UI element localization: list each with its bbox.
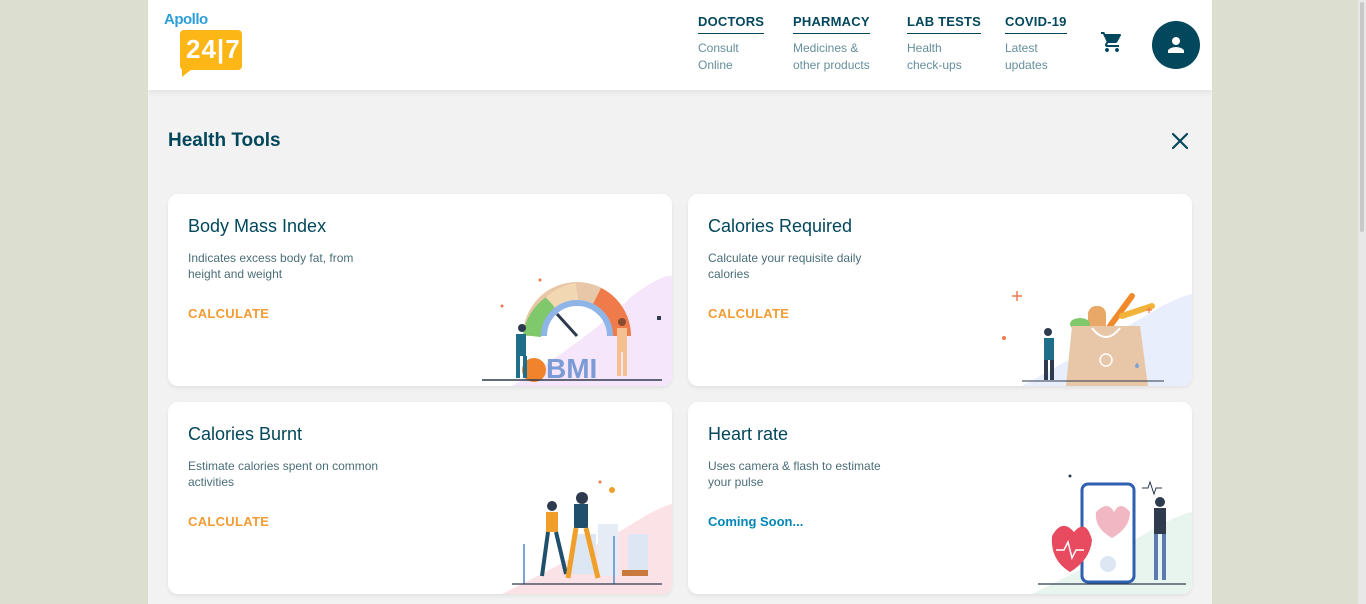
nav-covid-sub: Latest updates xyxy=(1005,40,1067,74)
nav-covid-title: COVID-19 xyxy=(1005,14,1067,34)
nav-doctors-sub-line2: Online xyxy=(698,58,733,72)
top-header: Apollo 24|7 DOCTORS Consult Online PHARM… xyxy=(148,0,1212,90)
nav-pharmacy[interactable]: PHARMACY Medicines & other products xyxy=(793,13,870,74)
cart-icon[interactable] xyxy=(1100,30,1124,54)
nav-covid-sub-line2: updates xyxy=(1005,58,1048,72)
card-description: Estimate calories spent on common activi… xyxy=(188,458,388,490)
card-description-line1: Indicates excess body fat, from xyxy=(188,251,354,265)
scrollbar-thumb[interactable] xyxy=(1360,2,1364,232)
app-window: Apollo 24|7 DOCTORS Consult Online PHARM… xyxy=(148,0,1212,604)
page-title: Health Tools xyxy=(168,130,281,151)
nav-pharmacy-sub: Medicines & other products xyxy=(793,40,870,74)
card-description-line2: calories xyxy=(708,267,750,281)
nav-lab-tests-sub-line1: Health xyxy=(907,41,942,55)
nav-doctors[interactable]: DOCTORS Consult Online xyxy=(698,13,765,74)
card-description-line2: activities xyxy=(188,475,235,489)
nav-doctors-title: DOCTORS xyxy=(698,14,765,34)
card-title: Calories Required xyxy=(708,216,853,236)
profile-avatar-button[interactable] xyxy=(1152,21,1200,69)
calculate-link[interactable]: CALCULATE xyxy=(188,514,269,529)
nav-pharmacy-title: PHARMACY xyxy=(793,14,870,34)
nav-doctors-sub: Consult Online xyxy=(698,40,764,74)
user-icon xyxy=(1168,37,1184,53)
card-title: Heart rate xyxy=(708,424,789,444)
card-description-line2: height and weight xyxy=(188,267,283,281)
calculate-link[interactable]: CALCULATE xyxy=(188,306,269,321)
coming-soon-label: Coming Soon... xyxy=(708,514,804,529)
card-title: Body Mass Index xyxy=(188,216,327,236)
bmi-illustration: BMI xyxy=(482,275,672,386)
calculate-link[interactable]: CALCULATE xyxy=(708,306,789,321)
nav-pharmacy-sub-line1: Medicines & xyxy=(793,41,859,55)
card-calories-required[interactable]: Calories Required Calculate your requisi… xyxy=(688,194,1192,386)
page-scrollbar[interactable] xyxy=(1358,0,1366,604)
nav-lab-tests-sub-line2: check-ups xyxy=(907,58,962,72)
card-description-line1: Estimate calories spent on common xyxy=(188,459,379,473)
nav-lab-tests-title: LAB TESTS xyxy=(907,14,982,34)
nav-pharmacy-sub-line2: other products xyxy=(793,58,870,72)
apollo-logo[interactable]: Apollo 24|7 xyxy=(164,10,244,77)
running-illustration xyxy=(502,480,672,594)
close-icon[interactable] xyxy=(1170,131,1190,151)
card-description-line1: Uses camera & flash to estimate xyxy=(708,459,881,473)
nav-lab-tests-sub: Health check-ups xyxy=(907,40,981,74)
card-description: Calculate your requisite daily calories xyxy=(708,250,908,282)
logo-brand-text: Apollo xyxy=(164,11,208,28)
card-description-line1: Calculate your requisite daily xyxy=(708,251,862,265)
card-description-line2: your pulse xyxy=(708,475,764,489)
heart-rate-illustration xyxy=(1032,474,1192,594)
card-description: Uses camera & flash to estimate your pul… xyxy=(708,458,908,490)
logo-badge: 24|7 xyxy=(180,30,242,77)
nav-covid-sub-line1: Latest xyxy=(1005,41,1038,55)
card-body-mass-index[interactable]: Body Mass Index Indicates excess body fa… xyxy=(168,194,672,386)
logo-badge-text: 24|7 xyxy=(186,34,241,64)
card-calories-burnt[interactable]: Calories Burnt Estimate calories spent o… xyxy=(168,402,672,594)
nav-covid[interactable]: COVID-19 Latest updates xyxy=(1005,13,1067,74)
card-description: Indicates excess body fat, from height a… xyxy=(188,250,388,282)
card-title: Calories Burnt xyxy=(188,424,303,444)
nav-doctors-sub-line1: Consult xyxy=(698,41,739,55)
grocery-bag-illustration xyxy=(1002,291,1192,386)
card-heart-rate[interactable]: Heart rate Uses camera & flash to estima… xyxy=(688,402,1192,594)
nav-lab-tests[interactable]: LAB TESTS Health check-ups xyxy=(907,13,982,74)
